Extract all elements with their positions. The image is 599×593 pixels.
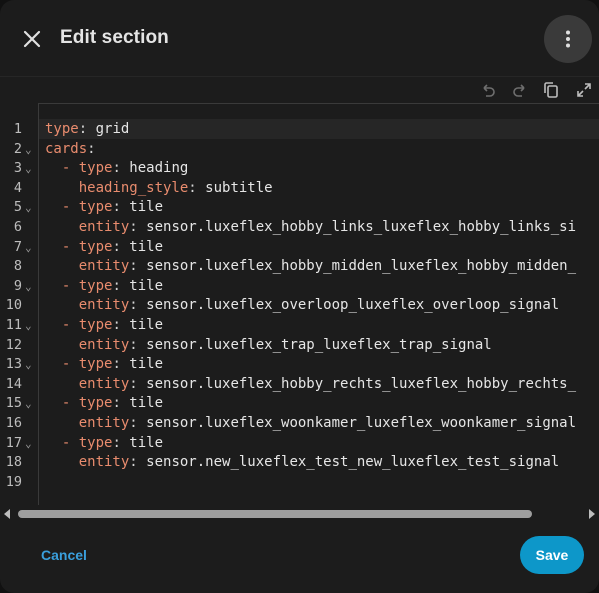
code-line: 14 entity: sensor.luxeflex_hobby_rechts_… — [0, 375, 599, 395]
line-number: 11 — [5, 317, 22, 333]
code-text: - type: tile — [61, 395, 164, 412]
line-number: 10 — [5, 297, 22, 314]
yaml-editor: 1 type: grid 2 ⌄ cards: 3 ⌄ - type: heading 4 h… — [0, 76, 599, 520]
code-text: - type: tile — [61, 317, 164, 333]
code-text: entity: sensor.luxeflex_overloop_luxefle… — [78, 297, 560, 314]
line-number: 3 — [13, 160, 22, 177]
line-number: 6 — [13, 219, 22, 235]
horizontal-scrollbar[interactable] — [0, 505, 599, 523]
line-number: 8 — [13, 258, 22, 275]
fold-chevron-icon[interactable]: ⌄ — [25, 394, 32, 414]
fold-chevron-icon[interactable]: ⌄ — [25, 238, 32, 258]
line-number: 9 — [13, 277, 22, 294]
redo-button[interactable] — [510, 80, 530, 100]
code-text: type: grid — [45, 121, 130, 137]
code-line: 15 ⌄ - type: tile — [0, 394, 599, 414]
line-number: 15 — [5, 395, 22, 412]
fold-chevron-icon[interactable]: ⌄ — [25, 277, 32, 297]
code-text: entity: sensor.luxeflex_trap_luxeflex_tr… — [78, 336, 492, 353]
code-line: 18 entity: sensor.new_luxeflex_test_new_… — [0, 453, 599, 473]
code-text: - type: tile — [61, 434, 164, 451]
code-text: cards: — [45, 140, 96, 157]
code-text: - type: tile — [61, 238, 164, 255]
line-number: 14 — [5, 375, 22, 392]
fold-chevron-icon[interactable]: ⌄ — [25, 198, 32, 218]
code-text: - type: tile — [61, 199, 164, 216]
line-number: 12 — [5, 336, 22, 353]
code-text: - type: tile — [61, 356, 164, 373]
close-icon — [23, 30, 41, 48]
line-number: 2 — [13, 140, 22, 157]
code-line: 9 ⌄ - type: tile — [0, 277, 599, 297]
code-line: 6 entity: sensor.luxeflex_hobby_links_lu… — [0, 218, 599, 238]
code-line: 13 ⌄ - type: tile — [0, 355, 599, 375]
copy-icon — [544, 82, 558, 98]
fold-chevron-icon[interactable]: ⌄ — [25, 140, 32, 160]
editor-toolbar — [0, 76, 599, 103]
line-number: 17 — [5, 434, 22, 451]
code-line: 10 entity: sensor.luxeflex_overloop_luxe… — [0, 296, 599, 316]
fullscreen-icon — [577, 83, 591, 97]
scrollbar-thumb[interactable] — [18, 510, 532, 518]
redo-icon — [513, 84, 525, 97]
edit-section-dialog: Edit section 1 type: grid 2 ⌄ cards: 3 ⌄… — [0, 0, 599, 593]
code-text: - type: tile — [61, 277, 164, 294]
code-line: 12 entity: sensor.luxeflex_trap_luxeflex… — [0, 336, 599, 356]
code-text: entity: sensor.luxeflex_hobby_links_luxe… — [78, 219, 577, 235]
code-text: heading_style: subtitle — [78, 179, 273, 196]
code-text: entity: sensor.new_luxeflex_test_new_lux… — [78, 454, 560, 471]
save-button[interactable]: Save — [520, 536, 584, 574]
undo-icon — [483, 84, 495, 97]
fold-chevron-icon[interactable]: ⌄ — [25, 316, 32, 336]
dialog-footer: Cancel Save — [0, 523, 599, 593]
code-line: 19 — [0, 473, 599, 493]
line-number: 5 — [13, 199, 22, 216]
code-text: entity: sensor.luxeflex_hobby_rechts_lux… — [78, 375, 577, 392]
fold-chevron-icon[interactable]: ⌄ — [25, 159, 32, 179]
code-line: 3 ⌄ - type: heading — [0, 159, 599, 179]
line-number: 13 — [5, 356, 22, 373]
code-text: entity: sensor.luxeflex_woonkamer_luxefl… — [78, 415, 577, 431]
copy-button[interactable] — [541, 80, 561, 100]
undo-button[interactable] — [478, 80, 498, 100]
code-line: 11 ⌄ - type: tile — [0, 316, 599, 336]
more-vertical-icon — [566, 30, 570, 48]
line-number: 4 — [13, 179, 22, 196]
scroll-left-icon[interactable] — [4, 509, 10, 519]
code-line: 2 ⌄ cards: — [0, 140, 599, 160]
line-number: 19 — [5, 473, 22, 490]
more-options-button[interactable] — [544, 15, 592, 63]
code-line: 17 ⌄ - type: tile — [0, 434, 599, 454]
line-number: 7 — [13, 238, 22, 255]
fullscreen-button[interactable] — [574, 80, 594, 100]
code-line: 4 heading_style: subtitle — [0, 179, 599, 199]
dialog-title: Edit section — [60, 27, 169, 48]
line-number: 1 — [13, 121, 22, 137]
code-line: 8 entity: sensor.luxeflex_hobby_midden_l… — [0, 257, 599, 277]
close-button[interactable] — [14, 21, 50, 57]
code-editor[interactable]: 1 type: grid 2 ⌄ cards: 3 ⌄ - type: heading 4 h… — [0, 103, 599, 505]
code-text: entity: sensor.luxeflex_hobby_midden_lux… — [78, 258, 577, 275]
code-text: - type: heading — [61, 160, 189, 177]
code-line: 1 type: grid — [0, 120, 599, 140]
scroll-right-icon[interactable] — [589, 509, 595, 519]
line-number: 18 — [5, 454, 22, 471]
code-line: 5 ⌄ - type: tile — [0, 198, 599, 218]
code-line: 7 ⌄ - type: tile — [0, 238, 599, 258]
line-number: 16 — [5, 415, 22, 431]
cancel-button[interactable]: Cancel — [30, 541, 98, 569]
dialog-header: Edit section — [0, 0, 599, 76]
fold-chevron-icon[interactable]: ⌄ — [25, 434, 32, 454]
fold-chevron-icon[interactable]: ⌄ — [25, 355, 32, 375]
code-line: 16 entity: sensor.luxeflex_woonkamer_lux… — [0, 414, 599, 434]
